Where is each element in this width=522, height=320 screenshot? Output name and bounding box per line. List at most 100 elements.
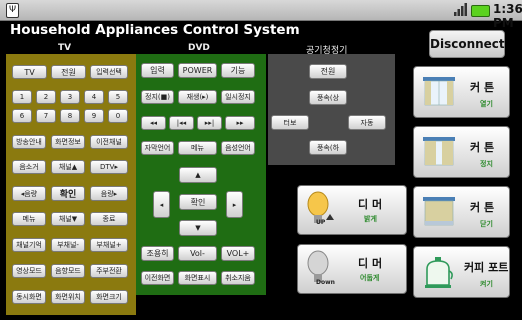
tv-screen-size-button[interactable]: 화면크기 xyxy=(90,290,128,304)
air-fan-down-button[interactable]: 풍속(하 xyxy=(309,140,347,155)
tv-num-8[interactable]: 8 xyxy=(60,109,80,123)
coffee-pot-button[interactable]: 커피 포트 켜기 xyxy=(413,246,510,298)
tv-previous-channel-button[interactable]: 이전채널 xyxy=(90,135,128,149)
dvd-menu-button[interactable]: 메뉴 xyxy=(178,141,217,155)
dvd-nav-up-button[interactable]: ▲ xyxy=(179,167,217,183)
status-time: 1:36 PM xyxy=(493,2,522,30)
tv-channel-memory-button[interactable]: 채널기억 xyxy=(12,238,46,252)
tv-channel-down-button[interactable]: 채널▼ xyxy=(51,212,85,226)
tv-sound-mode-button[interactable]: 음향모드 xyxy=(51,264,85,278)
dvd-next-button[interactable]: ▸▸| xyxy=(197,116,222,130)
tv-num-1[interactable]: 1 xyxy=(12,90,32,104)
tv-num-2[interactable]: 2 xyxy=(36,90,56,104)
tv-ok-button[interactable]: 확인 xyxy=(51,186,85,201)
tv-picture-mode-button[interactable]: 영상모드 xyxy=(12,264,46,278)
tv-pip-button[interactable]: 동시화면 xyxy=(12,290,46,304)
tv-channel-up-button[interactable]: 채널▲ xyxy=(51,160,85,174)
dvd-display-button[interactable]: 화면표시 xyxy=(178,271,217,285)
air-fan-up-button[interactable]: 풍속(상 xyxy=(309,90,347,105)
disconnect-button[interactable]: Disconnect xyxy=(429,30,505,58)
coffee-pot-sub: 켜기 xyxy=(480,280,493,288)
dvd-fast-forward-button[interactable]: ▸▸ xyxy=(225,116,255,130)
tv-num-5[interactable]: 5 xyxy=(108,90,128,104)
dvd-previous-button[interactable]: |◂◂ xyxy=(169,116,194,130)
tv-num-0[interactable]: 0 xyxy=(108,109,128,123)
dimmer-down-badge: Down xyxy=(316,279,335,286)
tv-num-7[interactable]: 7 xyxy=(36,109,56,123)
tv-screen-info-button[interactable]: 화면정보 xyxy=(51,135,85,149)
tv-screen-position-button[interactable]: 화면위치 xyxy=(51,290,85,304)
dvd-volume-down-button[interactable]: Vol- xyxy=(178,246,217,261)
curtain-open-icon xyxy=(423,77,455,106)
dvd-audio-language-button[interactable]: 음성언어 xyxy=(221,141,255,155)
air-turbo-button[interactable]: 터보 xyxy=(271,115,309,130)
dvd-nav-left-button[interactable]: ◂ xyxy=(153,191,170,218)
battery-icon xyxy=(471,5,490,17)
dimmer-up-badge: UP xyxy=(316,219,326,226)
dvd-remote-panel: 입력 POWER 기능 정지(■) 재생(▸) 일시정지 ◂◂ |◂◂ ▸▸| … xyxy=(136,54,266,295)
tv-num-9[interactable]: 9 xyxy=(84,109,104,123)
dvd-pause-button[interactable]: 일시정지 xyxy=(221,90,255,104)
tv-input-select-button[interactable]: 입력선택 xyxy=(90,65,128,79)
dvd-power-button[interactable]: POWER xyxy=(178,63,217,78)
curtain-close-icon xyxy=(423,197,455,226)
status-bar: Ψ 1:36 PM xyxy=(0,0,522,30)
kettle-icon xyxy=(425,257,453,288)
dvd-rewind-button[interactable]: ◂◂ xyxy=(141,116,166,130)
curtain-stop-icon xyxy=(423,137,455,166)
dvd-stop-button[interactable]: 정지(■) xyxy=(141,90,174,104)
curtain-close-sub: 닫기 xyxy=(480,220,493,228)
dvd-nav-down-button[interactable]: ▼ xyxy=(179,220,217,236)
tv-program-guide-button[interactable]: 방송안내 xyxy=(12,135,46,149)
tv-volume-down-button[interactable]: ◂음량 xyxy=(12,186,46,201)
tv-audio-switch-button[interactable]: 주부전환 xyxy=(90,264,128,278)
tv-num-4[interactable]: 4 xyxy=(84,90,104,104)
tv-num-6[interactable]: 6 xyxy=(12,109,32,123)
app-title: Household Appliances Control System xyxy=(10,22,300,38)
dvd-header: DVD xyxy=(188,43,210,53)
tv-header: TV xyxy=(58,43,72,53)
curtain-open-sub: 열기 xyxy=(480,100,493,108)
air-purifier-panel: 전원 풍속(상 터보 자동 풍속(하 xyxy=(268,54,395,165)
dvd-play-button[interactable]: 재생(▸) xyxy=(178,90,217,104)
tv-dtv-button[interactable]: DTV▸ xyxy=(90,160,128,174)
tv-mute-button[interactable]: 음소거 xyxy=(12,160,46,174)
curtain-stop-button[interactable]: 커 튼 정지 xyxy=(413,126,510,178)
tv-button[interactable]: TV xyxy=(12,65,47,79)
tv-subchannel-minus-button[interactable]: 부채널- xyxy=(51,238,85,252)
dvd-previous-screen-button[interactable]: 이전화면 xyxy=(141,271,174,285)
dvd-input-button[interactable]: 입력 xyxy=(141,63,174,78)
tv-menu-button[interactable]: 메뉴 xyxy=(12,212,46,226)
dimmer-down-button[interactable]: Down 디 머 어둡게 xyxy=(297,244,407,294)
curtain-close-title: 커 튼 xyxy=(470,201,495,214)
tv-exit-button[interactable]: 종료 xyxy=(90,212,128,226)
air-power-button[interactable]: 전원 xyxy=(309,64,347,79)
curtain-open-title: 커 튼 xyxy=(470,81,495,94)
dimmer-up-title: 디 머 xyxy=(358,198,383,211)
dvd-function-button[interactable]: 기능 xyxy=(221,63,255,78)
coffee-pot-title: 커피 포트 xyxy=(464,261,509,274)
dvd-nav-right-button[interactable]: ▸ xyxy=(226,191,243,218)
curtain-open-button[interactable]: 커 튼 열기 xyxy=(413,66,510,118)
tv-remote-panel: TV 전원 입력선택 1 2 3 4 5 6 7 8 9 0 방송안내 화면정보… xyxy=(6,54,136,315)
usb-icon: Ψ xyxy=(6,3,19,18)
app-window: Ψ 1:36 PM Household Appliances Control S… xyxy=(0,0,522,320)
dvd-quiet-button[interactable]: 조용히 xyxy=(141,246,174,261)
dimmer-up-sub: 밝게 xyxy=(364,215,377,223)
curtain-stop-title: 커 튼 xyxy=(470,141,495,154)
dvd-volume-up-button[interactable]: VOL+ xyxy=(221,246,255,261)
curtain-close-button[interactable]: 커 튼 닫기 xyxy=(413,186,510,238)
air-auto-button[interactable]: 자동 xyxy=(348,115,386,130)
dvd-cancel-clear-button[interactable]: 취소지움 xyxy=(221,271,255,285)
tv-power-button[interactable]: 전원 xyxy=(51,65,86,79)
dvd-subtitle-language-button[interactable]: 자막언어 xyxy=(141,141,174,155)
tv-num-3[interactable]: 3 xyxy=(60,90,80,104)
tv-subchannel-plus-button[interactable]: 부채널+ xyxy=(90,238,128,252)
dvd-nav-ok-button[interactable]: 확인 xyxy=(179,194,217,210)
dimmer-down-title: 디 머 xyxy=(358,257,383,270)
tv-volume-up-button[interactable]: 음량▸ xyxy=(90,186,128,201)
signal-icon xyxy=(454,3,467,16)
curtain-stop-sub: 정지 xyxy=(480,160,493,168)
dimmer-down-sub: 어둡게 xyxy=(360,274,380,282)
dimmer-up-button[interactable]: UP 디 머 밝게 xyxy=(297,185,407,235)
